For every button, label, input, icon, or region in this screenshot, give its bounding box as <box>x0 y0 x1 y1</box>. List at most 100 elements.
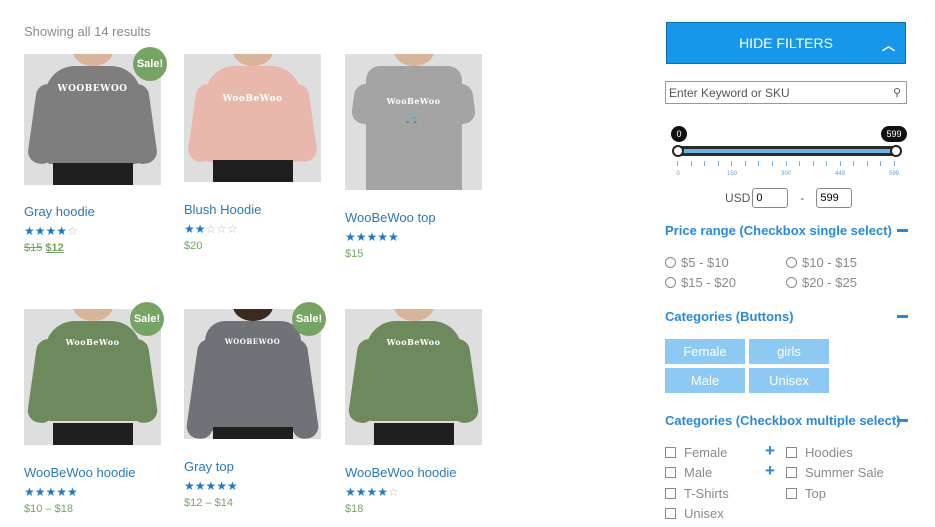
category-checkbox-female[interactable]: Female <box>665 445 727 460</box>
garment <box>204 66 301 162</box>
category-button-girls[interactable]: girls <box>749 339 829 364</box>
product-image[interactable]: WooBeWoo <box>345 309 482 445</box>
collapse-icon[interactable] <box>897 419 908 422</box>
garment-print: WOOBEWOO <box>57 84 128 94</box>
tick-label: 0 <box>676 171 680 177</box>
rating-stars: ★★★★☆ <box>24 224 78 238</box>
cart-icon: 🛒 <box>404 108 423 124</box>
product-card[interactable]: WooBeWoo WooBeWoo hoodie ★★★★☆ $18 <box>345 309 485 515</box>
collapse-icon[interactable] <box>897 229 908 232</box>
product-price: $15 <box>345 248 364 260</box>
sale-badge: Sale! <box>130 302 164 336</box>
pants <box>52 163 133 185</box>
model-head <box>72 54 113 66</box>
expand-plus-icon[interactable]: + <box>765 442 775 459</box>
model-head <box>232 309 273 321</box>
slider-range-fill <box>679 149 895 153</box>
product-price: $20 <box>184 240 203 252</box>
sale-badge: Sale! <box>292 302 326 336</box>
product-card[interactable]: WooBeWoo 🛒 WooBeWoo top ★★★★★ $15 <box>345 54 485 260</box>
collapse-icon[interactable] <box>897 315 908 318</box>
result-count: Showing all 14 results <box>24 24 151 39</box>
radio-icon <box>665 277 676 288</box>
price-min-input[interactable] <box>752 188 789 208</box>
price-range-title[interactable]: Price range (Checkbox single select) <box>665 223 892 238</box>
product-title[interactable]: WooBeWoo hoodie <box>24 465 164 480</box>
product-card[interactable]: WOOBEWOO Sale! Gray hoodie ★★★★☆ $15 $12 <box>24 47 167 254</box>
search-icon[interactable]: ⚲ <box>893 86 901 99</box>
category-button-female[interactable]: Female <box>665 339 745 364</box>
garment <box>44 321 141 421</box>
price-option[interactable]: $10 - $15 <box>786 255 857 270</box>
category-button-unisex[interactable]: Unisex <box>749 368 829 393</box>
product-title[interactable]: Blush Hoodie <box>184 202 324 217</box>
category-checkbox-male[interactable]: Male <box>665 465 712 480</box>
product-card[interactable]: WooBeWoo Blush Hoodie ★★☆☆☆ $20 <box>184 54 324 252</box>
price-max-input[interactable] <box>816 188 853 208</box>
model-head <box>232 54 273 66</box>
category-button-male[interactable]: Male <box>665 368 745 393</box>
category-checkbox-top[interactable]: Top <box>786 486 826 501</box>
rating-stars: ★★☆☆☆ <box>184 222 238 236</box>
category-checkbox-unisex[interactable]: Unisex <box>665 506 724 521</box>
price-option-label: $15 - $20 <box>681 275 736 290</box>
garment-print: WooBeWoo <box>386 337 441 347</box>
categories-checkbox-title[interactable]: Categories (Checkbox multiple select) <box>665 413 901 428</box>
category-label: T-Shirts <box>684 486 729 501</box>
product-title[interactable]: WooBeWoo hoodie <box>345 465 485 480</box>
tick-label: 300 <box>780 171 792 177</box>
chevron-up-icon: ︿ <box>881 38 895 53</box>
product-title[interactable]: Gray top <box>184 459 324 474</box>
price-old: $15 <box>24 242 43 254</box>
checkbox-icon <box>665 467 676 478</box>
pants <box>373 423 454 445</box>
product-card[interactable]: WooBeWoo Sale! WooBeWoo hoodie ★★★★★ $10… <box>24 302 164 515</box>
tick-label: 449 <box>834 171 846 177</box>
slider-ticks <box>677 161 895 167</box>
category-checkbox-summer-sale[interactable]: Summer Sale <box>786 465 884 480</box>
garment <box>365 321 462 421</box>
checkbox-icon <box>665 488 676 499</box>
price-option[interactable]: $15 - $20 <box>665 275 736 290</box>
radio-icon <box>786 257 797 268</box>
garment <box>44 66 141 164</box>
price-option-label: $10 - $15 <box>802 255 857 270</box>
price-option[interactable]: $5 - $10 <box>665 255 729 270</box>
checkbox-icon <box>786 447 797 458</box>
product-price: $18 <box>345 503 364 515</box>
product-title[interactable]: WooBeWoo top <box>345 210 485 225</box>
garment <box>365 66 462 190</box>
category-checkbox-tshirts[interactable]: T-Shirts <box>665 486 729 501</box>
price-new: $12 <box>45 242 64 254</box>
model-head <box>72 309 113 321</box>
expand-plus-icon[interactable]: + <box>765 462 775 479</box>
checkbox-icon <box>786 488 797 499</box>
product-price: $12 – $14 <box>184 497 233 509</box>
hide-filters-button[interactable]: HIDE FILTERS ︿ <box>666 22 906 64</box>
pants <box>212 427 293 439</box>
slider-max-handle[interactable] <box>890 145 902 157</box>
product-image[interactable]: WooBeWoo 🛒 <box>345 54 482 190</box>
category-label: Summer Sale <box>805 465 884 480</box>
product-title[interactable]: Gray hoodie <box>24 204 164 219</box>
tick-label: 599 <box>888 171 900 177</box>
product-price: $15 $12 <box>24 242 164 254</box>
price-option-label: $5 - $10 <box>681 255 729 270</box>
slider-min-handle[interactable] <box>672 145 684 157</box>
search-input[interactable] <box>666 85 881 100</box>
product-card[interactable]: WOOBEWOO Sale! Gray top ★★★★★ $12 – $14 <box>184 302 326 509</box>
currency-label: USD <box>725 191 751 205</box>
pants <box>212 160 293 182</box>
price-option[interactable]: $20 - $25 <box>786 275 857 290</box>
checkbox-icon <box>665 447 676 458</box>
category-label: Female <box>684 445 728 460</box>
category-checkbox-hoodies[interactable]: Hoodies <box>786 445 853 460</box>
categories-buttons-title[interactable]: Categories (Buttons) <box>665 309 794 324</box>
product-price: $10 – $18 <box>24 503 73 515</box>
pants <box>52 423 133 445</box>
radio-icon <box>786 277 797 288</box>
range-dash: - <box>800 191 805 205</box>
category-label: Top <box>805 486 826 501</box>
product-image[interactable]: WooBeWoo <box>184 54 321 182</box>
garment-print: WooBeWoo <box>65 337 120 347</box>
